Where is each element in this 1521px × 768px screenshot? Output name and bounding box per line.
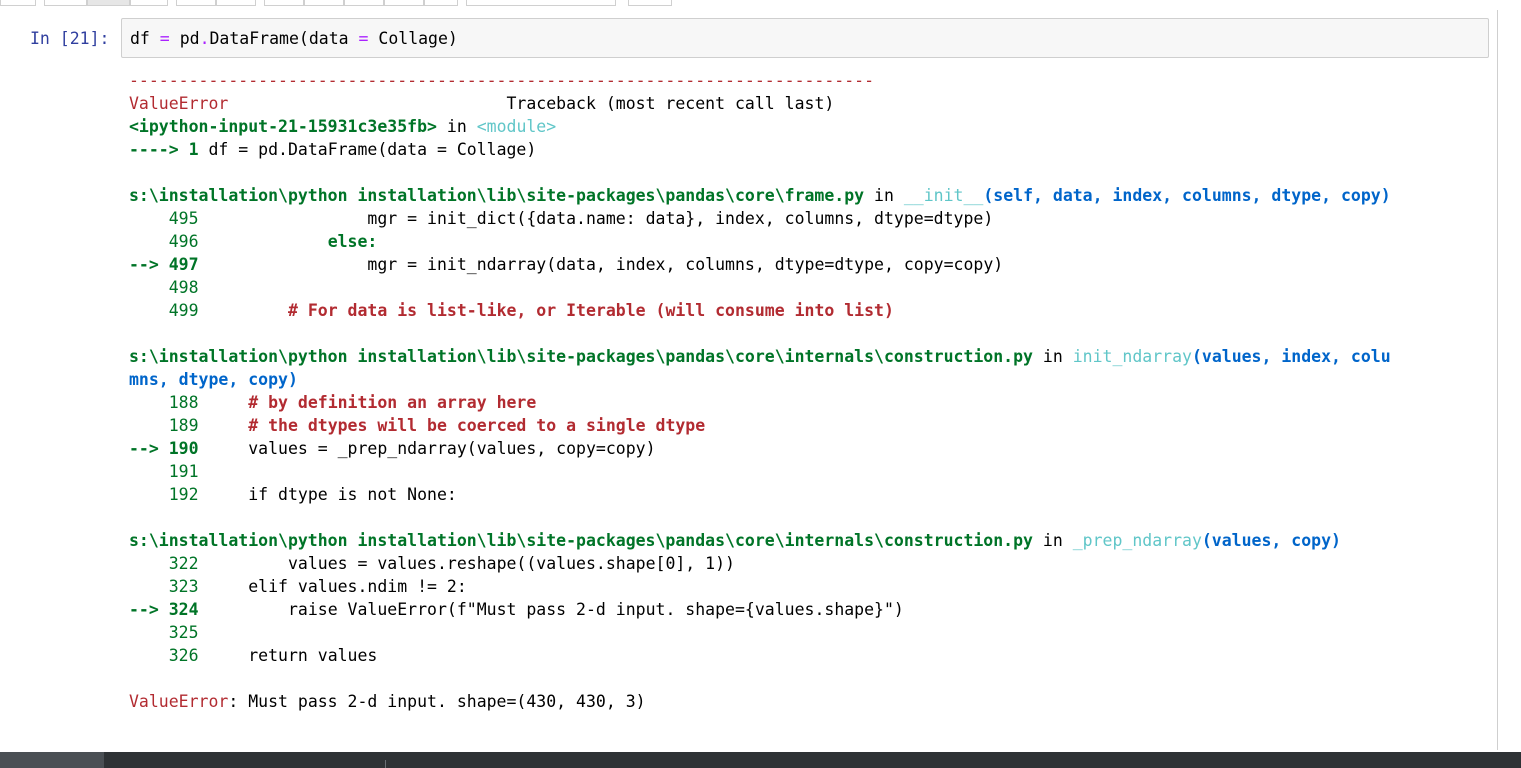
toolbar-button[interactable] [384, 0, 424, 6]
frame-line: 495 mgr = init_dict({data.name: data}, i… [129, 209, 994, 228]
traceback-input-ref: <ipython-input-21-15931c3e35fb> in <modu… [129, 117, 557, 136]
frame-line: 322 values = values.reshape((values.shap… [129, 554, 735, 573]
toolbar-button[interactable] [216, 0, 256, 6]
toolbar-button[interactable] [44, 0, 87, 6]
input-prompt: In [21]: [30, 29, 110, 48]
toolbar-button[interactable] [424, 0, 458, 6]
frame-line: 499 # For data is list-like, or Iterable… [129, 301, 894, 320]
frame-line: 498 [129, 278, 209, 297]
toolbar-button[interactable] [87, 0, 130, 6]
bottom-bar-segment[interactable] [0, 752, 104, 768]
frame-line: 496 else: [129, 232, 378, 251]
frame-line: 188 # by definition an array here [129, 393, 537, 412]
traceback-header: ValueError Traceback (most recent call l… [129, 94, 835, 113]
notebook-toolbar [0, 0, 1521, 10]
traceback-output: ----------------------------------------… [129, 69, 1489, 713]
toolbar-button[interactable] [264, 0, 304, 6]
toolbar-button[interactable] [304, 0, 344, 6]
frame-line: 191 [129, 462, 209, 481]
frame-line: 323 elif values.ndim != 2: [129, 577, 467, 596]
frame-line: 192 if dtype is not None: [129, 485, 457, 504]
bottom-bar [0, 752, 1521, 768]
toolbar-button[interactable] [344, 0, 384, 6]
frame-line-current: --> 497 mgr = init_ndarray(data, index, … [129, 255, 1004, 274]
error-name: ValueError [129, 94, 229, 113]
traceback-line: ----> 1 df = pd.DataFrame(data = Collage… [129, 140, 537, 159]
frame-line: 325 [129, 623, 209, 642]
frame-line: 326 return values [129, 646, 378, 665]
toolbar-button[interactable] [628, 0, 672, 6]
final-error: ValueError: Must pass 2-d input. shape=(… [129, 692, 646, 711]
toolbar-button[interactable] [0, 0, 36, 6]
frame-header: s:\installation\python installation\lib\… [129, 347, 1391, 366]
toolbar-button[interactable] [176, 0, 216, 6]
frame-line-current: --> 324 raise ValueError(f"Must pass 2-d… [129, 600, 904, 619]
frame-line-current: --> 190 values = _prep_ndarray(values, c… [129, 439, 656, 458]
bottom-bar-divider [385, 760, 386, 768]
toolbar-button[interactable] [130, 0, 168, 6]
code-line: df = pd.DataFrame(data = Collage) [130, 29, 458, 48]
notebook-right-border [1497, 10, 1498, 750]
code-cell-input[interactable]: df = pd.DataFrame(data = Collage) [121, 18, 1489, 58]
frame-header: s:\installation\python installation\lib\… [129, 531, 1341, 550]
frame-header-continued: mns, dtype, copy) [129, 370, 298, 389]
frame-header: s:\installation\python installation\lib\… [129, 186, 1391, 205]
frame-line: 189 # the dtypes will be coerced to a si… [129, 416, 706, 435]
traceback-separator: ----------------------------------------… [129, 71, 875, 90]
cell-type-select[interactable] [466, 0, 616, 6]
